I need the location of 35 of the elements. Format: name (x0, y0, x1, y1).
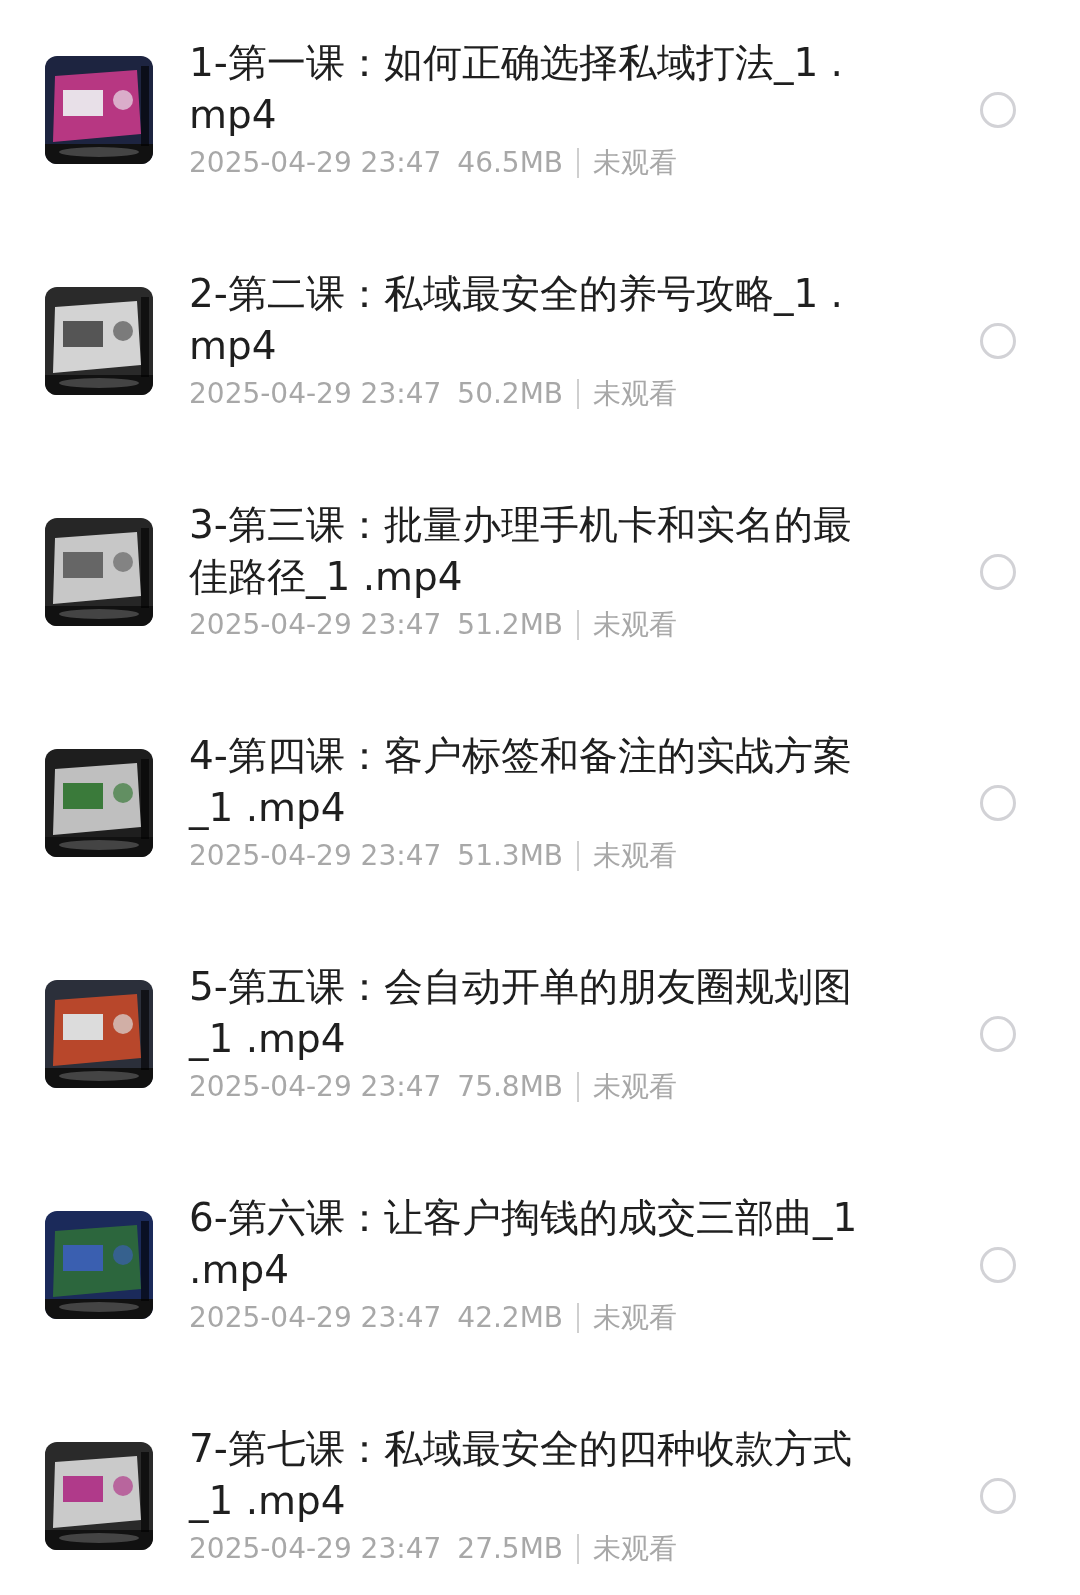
file-name[interactable]: 6-第六课：让客户掏钱的成交三部曲_1 .mp4 (189, 1191, 869, 1296)
select-radio[interactable] (980, 553, 1016, 590)
file-name[interactable]: 4-第四课：客户标签和备注的实战方案_1 .mp4 (189, 729, 869, 834)
select-radio[interactable] (980, 1246, 1016, 1283)
file-size: 75.8MB (457, 1068, 564, 1105)
file-name[interactable]: 5-第五课：会自动开单的朋友圈规划图_1 .mp4 (189, 960, 869, 1065)
file-date: 2025-04-29 23:47 (189, 1068, 442, 1105)
file-size: 51.2MB (457, 606, 564, 643)
watch-status: 未观看 (593, 837, 678, 874)
watch-status: 未观看 (593, 606, 678, 643)
watch-status: 未观看 (593, 1299, 678, 1336)
watch-status: 未观看 (593, 144, 678, 181)
watch-status: 未观看 (593, 375, 678, 412)
file-name[interactable]: 1-第一课：如何正确选择私域打法_1 .mp4 (189, 36, 869, 141)
select-radio[interactable] (980, 1477, 1016, 1514)
file-size: 50.2MB (457, 375, 564, 412)
select-radio[interactable] (980, 784, 1016, 821)
file-date: 2025-04-29 23:47 (189, 837, 442, 874)
file-size: 51.3MB (457, 837, 564, 874)
watch-status: 未观看 (593, 1068, 678, 1105)
file-size: 46.5MB (457, 144, 564, 181)
file-name[interactable]: 2-第二课：私域最安全的养号攻略_1 .mp4 (189, 267, 869, 372)
file-date: 2025-04-29 23:47 (189, 144, 442, 181)
file-date: 2025-04-29 23:47 (189, 1530, 442, 1567)
file-size: 27.5MB (457, 1530, 564, 1567)
file-date: 2025-04-29 23:47 (189, 1299, 442, 1336)
watch-status: 未观看 (593, 1530, 678, 1567)
file-date: 2025-04-29 23:47 (189, 606, 442, 643)
file-date: 2025-04-29 23:47 (189, 375, 442, 412)
select-radio[interactable] (980, 91, 1016, 128)
file-size: 42.2MB (457, 1299, 564, 1336)
file-name[interactable]: 3-第三课：批量办理手机卡和实名的最佳路径_1 .mp4 (189, 498, 869, 603)
file-name[interactable]: 7-第七课：私域最安全的四种收款方式_1 .mp4 (189, 1422, 869, 1527)
select-radio[interactable] (980, 322, 1016, 359)
select-radio[interactable] (980, 1015, 1016, 1052)
